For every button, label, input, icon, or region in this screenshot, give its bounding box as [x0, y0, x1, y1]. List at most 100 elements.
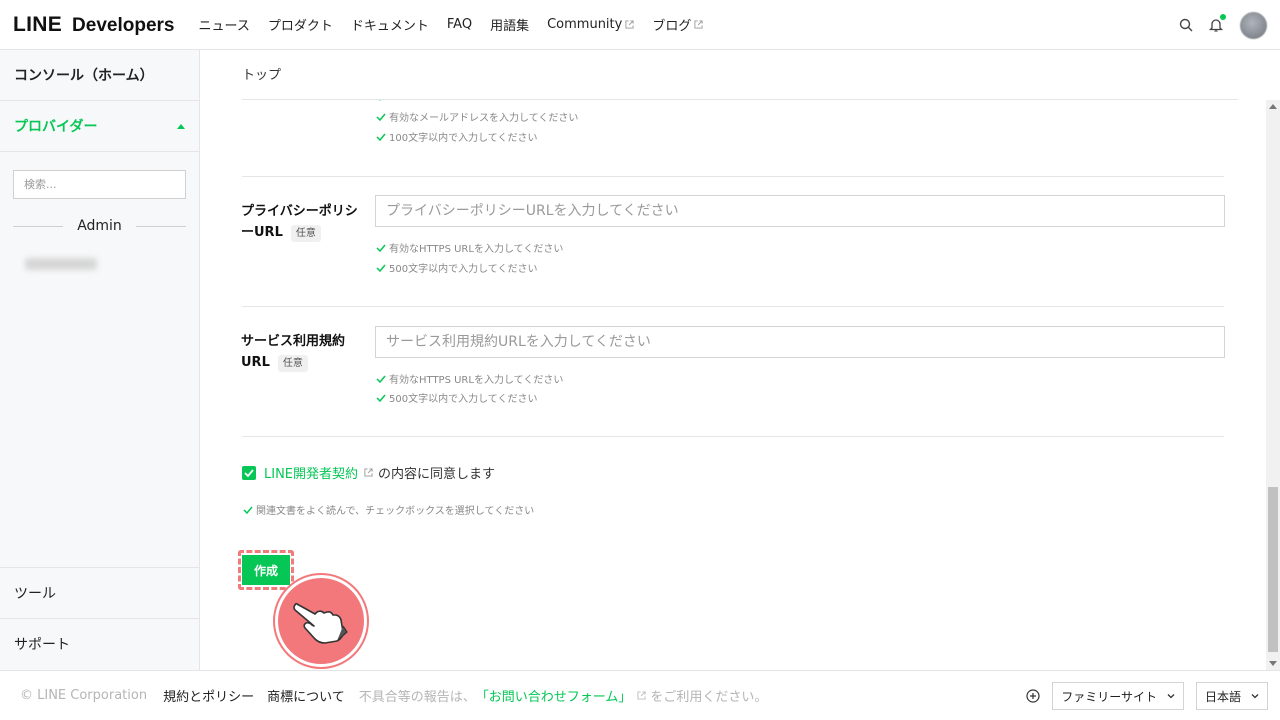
language-select[interactable]: 日本語 — [1195, 682, 1268, 710]
check-icon — [376, 394, 386, 402]
nav-news-label: ニュース — [198, 19, 250, 34]
agreement-row: LINE開発者契約 の内容に同意します — [242, 463, 495, 482]
main-content: 有効なメールアドレスを入力してください 100文字以内で入力してください プライ… — [200, 100, 1266, 670]
nav-glossary[interactable]: 用語集 — [490, 15, 529, 34]
logo-developers-text: Developers — [72, 14, 175, 36]
nav-faq-label: FAQ — [446, 17, 473, 32]
language-label: 日本語 — [1204, 689, 1241, 704]
sidebar-console-home[interactable]: コンソール（ホーム） — [0, 50, 199, 101]
validation-hint-text: 有効なメールアドレスを入力してください — [389, 113, 579, 124]
family-sites-label: ファミリーサイト — [1061, 689, 1157, 704]
vertical-scrollbar[interactable] — [1266, 100, 1280, 670]
scroll-up-arrow-icon[interactable] — [1269, 104, 1277, 109]
nav-products-label: プロダクト — [267, 19, 333, 34]
optional-badge: 任意 — [290, 225, 321, 242]
check-icon — [376, 375, 386, 383]
terms-of-service-label: サービス利用規約 URL 任意 — [241, 331, 345, 373]
notification-button[interactable] — [1208, 14, 1226, 33]
validation-hint: 500文字以内で入力してください — [376, 390, 538, 405]
provider-search-input[interactable] — [13, 170, 186, 199]
sidebar: コンソール（ホーム） プロバイダー Admin ツール サポート — [0, 50, 200, 670]
notification-dot — [1220, 14, 1226, 20]
search-icon[interactable] — [1178, 17, 1194, 33]
line-developers-logo[interactable]: LINE Developers — [13, 13, 175, 37]
create-button[interactable]: 作成 — [242, 555, 290, 585]
validation-hint-text: 有効なHTTPS URLを入力してください — [389, 375, 564, 386]
check-icon — [376, 264, 386, 272]
trademark-link[interactable]: 商標について — [267, 686, 345, 705]
nav-news[interactable]: ニュース — [199, 15, 250, 34]
validation-hint-text: 500文字以内で入力してください — [389, 264, 538, 275]
terms-of-service-url-input[interactable] — [375, 326, 1225, 358]
nav-documents-label: ドキュメント — [350, 19, 429, 34]
breadcrumb[interactable]: トップ — [242, 64, 281, 83]
contact-form-link[interactable]: 「お問い合わせフォーム」 — [476, 686, 632, 705]
main-nav: ニュース プロダクト ドキュメント FAQ 用語集 Community ブログ — [199, 15, 722, 34]
nav-products[interactable]: プロダクト — [268, 15, 333, 34]
nav-blog[interactable]: ブログ — [652, 15, 703, 34]
external-link-icon — [637, 691, 646, 700]
nav-community[interactable]: Community — [547, 17, 634, 32]
sidebar-support-label: サポート — [14, 637, 70, 653]
report-prefix: 不具合等の報告は、 — [358, 690, 476, 705]
divider-line — [135, 225, 186, 227]
privacy-policy-url-input[interactable] — [375, 195, 1225, 227]
section-divider — [242, 306, 1224, 307]
admin-divider: Admin — [13, 218, 186, 234]
validation-hint: 有効なHTTPS URLを入力してください — [376, 240, 563, 255]
section-divider — [242, 176, 1224, 177]
terms-policy-link[interactable]: 規約とポリシー — [163, 686, 254, 705]
pointing-hand-overlay — [275, 575, 367, 667]
terms-label-line1: サービス利用規約 — [241, 334, 346, 349]
external-link-icon — [625, 20, 634, 29]
validation-hint: 500文字以内で入力してください — [376, 260, 538, 275]
report-suffix: をご利用ください。 — [650, 690, 768, 705]
nav-documents[interactable]: ドキュメント — [351, 15, 429, 34]
family-sites-select[interactable]: ファミリーサイト — [1052, 682, 1184, 710]
scroll-down-arrow-icon[interactable] — [1269, 661, 1277, 666]
footer-selectors: ファミリーサイト 日本語 — [1026, 682, 1268, 710]
caret-up-icon — [177, 123, 185, 129]
check-icon — [243, 506, 253, 514]
check-icon — [376, 133, 386, 141]
external-link-icon — [364, 468, 373, 477]
nav-community-label: Community — [547, 17, 623, 32]
create-button-highlight: 作成 — [238, 550, 294, 590]
validation-hint-text: 500文字以内で入力してください — [389, 394, 538, 405]
sidebar-providers-toggle[interactable]: プロバイダー — [0, 101, 199, 152]
nav-faq[interactable]: FAQ — [447, 17, 472, 32]
privacy-policy-label-line2: ーURL — [241, 225, 283, 240]
logo-line-text: LINE — [13, 12, 63, 36]
section-divider — [242, 436, 1224, 437]
validation-hint — [376, 100, 389, 101]
validation-hint-text: 有効なHTTPS URLを入力してください — [389, 244, 564, 255]
nav-glossary-label: 用語集 — [490, 19, 530, 34]
nav-blog-label: ブログ — [652, 19, 692, 34]
sidebar-tools-label: ツール — [14, 586, 56, 602]
scrollbar-thumb[interactable] — [1268, 487, 1278, 652]
developer-agreement-link[interactable]: LINE開発者契約 — [264, 463, 358, 482]
blurred-provider-item[interactable] — [25, 258, 97, 270]
check-icon — [378, 100, 381, 101]
agreement-checkbox[interactable] — [242, 465, 256, 480]
sidebar-providers-label: プロバイダー — [14, 119, 98, 135]
agreement-hint-text: 関連文書をよく読んで、チェックボックスを選択してください — [256, 506, 535, 517]
avatar[interactable] — [1240, 11, 1267, 39]
checkmark-icon — [244, 468, 254, 477]
agreement-hint: 関連文書をよく読んで、チェックボックスを選択してください — [243, 502, 534, 517]
header-actions — [1178, 0, 1280, 50]
check-icon — [376, 113, 386, 121]
sidebar-tools[interactable]: ツール — [0, 567, 199, 618]
check-icon — [376, 244, 386, 252]
validation-hint-text: 100文字以内で入力してください — [389, 133, 538, 144]
terms-label-line2: URL — [241, 355, 270, 370]
sidebar-console-home-label: コンソール（ホーム） — [14, 68, 154, 84]
pointing-hand-icon — [293, 602, 348, 644]
chevron-down-icon — [1251, 694, 1259, 699]
sidebar-support[interactable]: サポート — [0, 618, 199, 669]
privacy-policy-label: プライバシーポリシ ーURL 任意 — [241, 201, 358, 243]
top-header: LINE Developers ニュース プロダクト ドキュメント FAQ 用語… — [0, 0, 1280, 50]
report-note: 不具合等の報告は、 「お問い合わせフォーム」 をご利用ください。 — [359, 686, 768, 705]
plus-circle-icon[interactable] — [1026, 689, 1040, 703]
divider-line — [13, 225, 64, 227]
